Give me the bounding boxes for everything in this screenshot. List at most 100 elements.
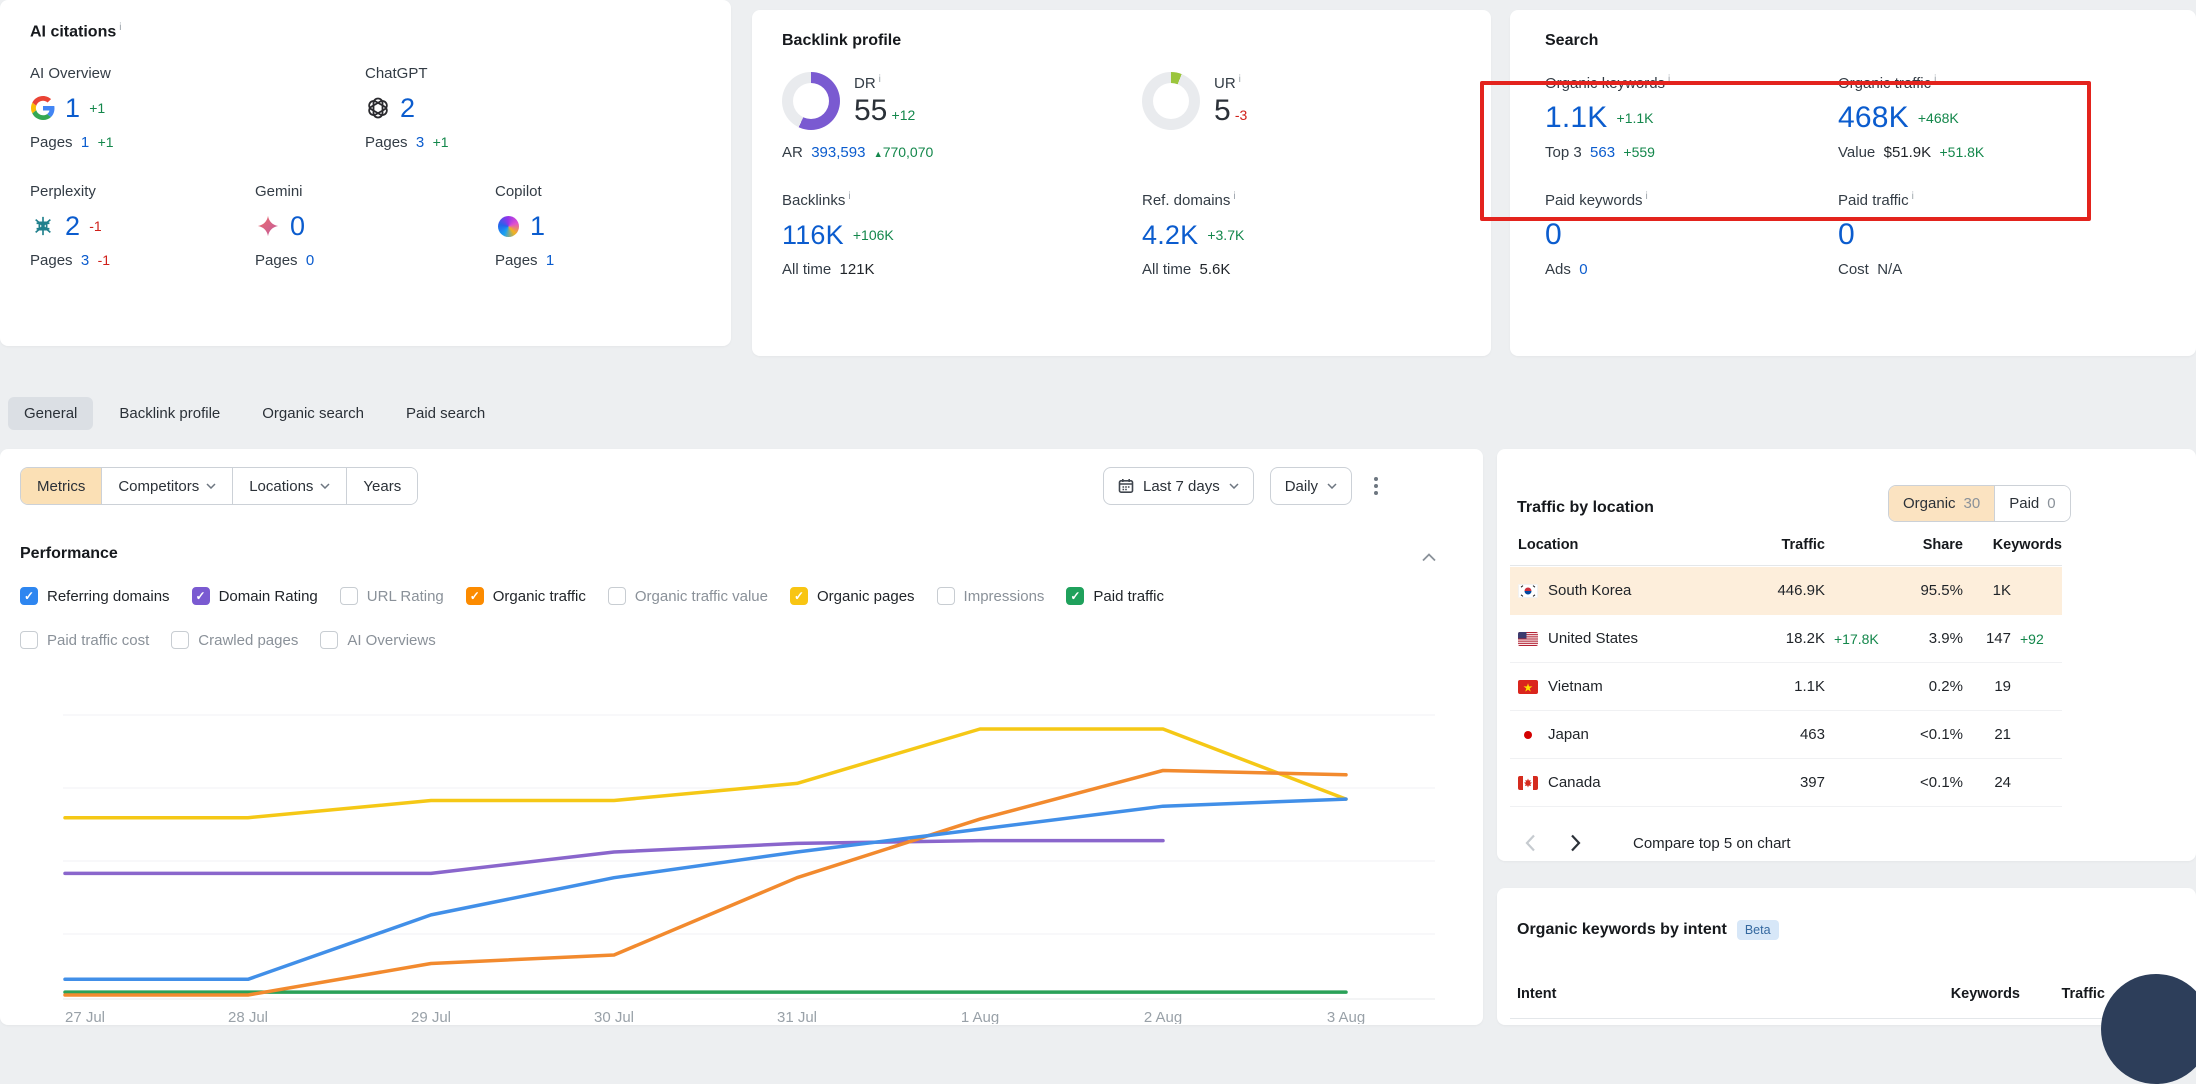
checkbox-icon [320, 631, 338, 649]
chart-gridlines [63, 715, 1435, 934]
info-icon[interactable]: i [1239, 74, 1241, 85]
ai-overview-count[interactable]: 1 [65, 93, 80, 124]
location-table-header: Location Traffic Share Keywords [1510, 537, 2062, 553]
gemini-icon [255, 213, 281, 239]
column-keywords[interactable]: Keywords [1963, 537, 2062, 553]
ai-citations-title: AI citationsi [30, 22, 701, 41]
flag-vietnam-icon [1518, 680, 1538, 694]
checkbox-icon [937, 587, 955, 605]
next-page-icon[interactable] [1570, 834, 1581, 852]
metric-checkbox-organic-traffic[interactable]: ✓Organic traffic [466, 587, 586, 605]
ai-citations-card: AI citationsi AI Overview 1 +1 Pages 1 +… [0, 0, 731, 346]
table-row-united-states[interactable]: United States 18.2K +17.8K 3.9% 147 +92 [1510, 615, 2062, 663]
keywords-link[interactable]: 21 [1963, 726, 2011, 743]
organic-keywords-value[interactable]: 1.1K [1545, 101, 1608, 135]
cost-line: Cost N/A [1838, 261, 2161, 278]
location-pagination: Compare top 5 on chart [1525, 834, 1791, 852]
info-icon[interactable]: i [848, 191, 850, 202]
metric-checkbox-referring-domains[interactable]: ✓Referring domains [20, 587, 170, 605]
keywords-link[interactable]: 19 [1963, 678, 2011, 695]
performance-card: Metrics Competitors Locations Years Last… [0, 449, 1483, 1025]
flag-japan-icon [1518, 728, 1538, 742]
ref-domains-value[interactable]: 4.2K [1142, 220, 1198, 251]
url-rating-block: URi 5 -3 [1142, 72, 1461, 161]
info-icon[interactable]: i [879, 74, 881, 85]
locations-segment-button[interactable]: Locations [232, 468, 346, 504]
organic-paid-toggle: Organic30 Paid0 [1888, 485, 2071, 522]
metrics-segment-button[interactable]: Metrics [21, 468, 101, 504]
previous-page-icon[interactable] [1525, 834, 1536, 852]
metric-checkbox-paid-traffic-cost[interactable]: Paid traffic cost [20, 631, 149, 649]
info-icon[interactable]: i [119, 22, 121, 33]
ref-domains-alltime: All time 5.6K [1142, 261, 1461, 278]
checkbox-icon: ✓ [1066, 587, 1084, 605]
traffic-by-location-card: Traffic by location Organic30 Paid0 Loca… [1497, 449, 2196, 861]
chatgpt-icon [365, 95, 391, 121]
chatgpt-count[interactable]: 2 [400, 93, 415, 124]
backlinks-block: Backlinksi 116K +106K All time 121K [782, 191, 1142, 278]
table-row-vietnam[interactable]: Vietnam 1.1K 0.2% 19 [1510, 663, 2062, 711]
ur-value: 5 [1214, 94, 1231, 127]
backlinks-value[interactable]: 116K [782, 220, 844, 251]
metric-checkbox-organic-traffic-value[interactable]: Organic traffic value [608, 587, 768, 605]
copilot-count[interactable]: 1 [530, 211, 545, 242]
info-icon[interactable]: i [1233, 191, 1235, 202]
series-domain-rating [65, 841, 1163, 874]
organic-row: Organic keywordsi 1.1K +1.1K Top 3 563 +… [1545, 74, 2161, 161]
metric-checkbox-impressions[interactable]: Impressions [937, 587, 1045, 605]
rating-row: DRi 55 +12 AR 393,593 ▲770,070 URi 5 -3 [782, 72, 1461, 161]
column-traffic[interactable]: Traffic [1725, 537, 1825, 553]
organic-toggle-button[interactable]: Organic30 [1889, 486, 1994, 521]
compare-top5-button[interactable]: Compare top 5 on chart [1633, 835, 1791, 852]
tab-backlink-profile[interactable]: Backlink profile [103, 397, 236, 430]
info-icon[interactable]: i [1646, 191, 1648, 202]
table-row-canada[interactable]: Canada 397 <0.1% 24 [1510, 759, 2062, 807]
metric-checkbox-organic-pages[interactable]: ✓Organic pages [790, 587, 915, 605]
checkbox-icon [20, 631, 38, 649]
date-range-button[interactable]: Last 7 days [1103, 467, 1254, 505]
keywords-link[interactable]: 24 [1963, 774, 2011, 791]
info-icon[interactable]: i [1934, 74, 1936, 85]
metric-checkbox-crawled-pages[interactable]: Crawled pages [171, 631, 298, 649]
column-share[interactable]: Share [1891, 537, 1963, 553]
traffic-by-location-title: Traffic by location [1517, 499, 1654, 517]
metric-checkbox-ai-overviews[interactable]: AI Overviews [320, 631, 435, 649]
years-segment-button[interactable]: Years [346, 468, 417, 504]
copilot-metric: Copilot 1 Pages 1 [495, 183, 701, 269]
perplexity-count[interactable]: 2 [65, 211, 80, 242]
tab-general[interactable]: General [8, 397, 93, 430]
granularity-button[interactable]: Daily [1270, 467, 1352, 505]
ar-value[interactable]: 393,593 [811, 144, 865, 161]
table-row-japan[interactable]: Japan 463 <0.1% 21 [1510, 711, 2062, 759]
paid-toggle-button[interactable]: Paid0 [1994, 486, 2069, 521]
paid-keywords-value[interactable]: 0 [1545, 218, 1562, 252]
info-icon[interactable]: i [1912, 191, 1914, 202]
column-intent: Intent [1517, 986, 1930, 1002]
flag-united-states-icon [1518, 632, 1538, 646]
ref-domains-block: Ref. domainsi 4.2K +3.7K All time 5.6K [1142, 191, 1461, 278]
info-icon[interactable]: i [1668, 74, 1670, 85]
paid-traffic-value[interactable]: 0 [1838, 218, 1855, 252]
tab-paid-search[interactable]: Paid search [390, 397, 501, 430]
collapse-section-icon[interactable] [1422, 549, 1436, 566]
table-row-south-korea[interactable]: South Korea 446.9K 95.5% 1K [1510, 567, 2062, 615]
metric-checkbox-url-rating[interactable]: URL Rating [340, 587, 444, 605]
gemini-metric: Gemini 0 Pages 0 [255, 183, 495, 269]
google-icon [30, 95, 56, 121]
ai-citations-row-1: AI Overview 1 +1 Pages 1 +1 ChatGPT 2 Pa… [30, 65, 701, 151]
keywords-link[interactable]: 1K [1963, 582, 2011, 599]
metric-checkbox-paid-traffic[interactable]: ✓Paid traffic [1066, 587, 1164, 605]
backlink-profile-card: Backlink profile DRi 55 +12 AR 393,593 ▲… [752, 10, 1491, 356]
metric-checkbox-domain-rating[interactable]: ✓Domain Rating [192, 587, 318, 605]
checkbox-icon: ✓ [192, 587, 210, 605]
competitors-segment-button[interactable]: Competitors [101, 468, 232, 504]
more-options-icon[interactable] [1368, 471, 1384, 501]
organic-traffic-value[interactable]: 468K [1838, 101, 1909, 135]
keywords-link[interactable]: 147 [1963, 630, 2011, 647]
chat-fab-button[interactable] [2101, 974, 2196, 1084]
gemini-count[interactable]: 0 [290, 211, 305, 242]
column-location[interactable]: Location [1510, 537, 1725, 553]
tab-organic-search[interactable]: Organic search [246, 397, 380, 430]
ads-line: Ads 0 [1545, 261, 1838, 278]
paid-keywords-block: Paid keywordsi 0 Ads 0 [1545, 191, 1838, 278]
